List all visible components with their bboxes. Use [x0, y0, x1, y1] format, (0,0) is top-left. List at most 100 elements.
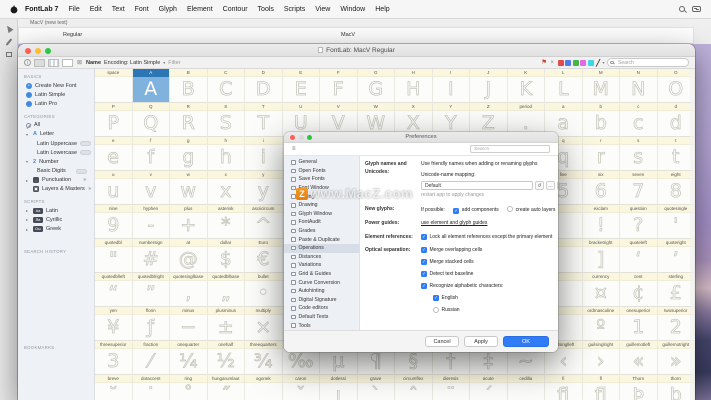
glyph-cell-guilsinglright[interactable]: guilsinglright›: [583, 341, 621, 375]
glyph-cell-J[interactable]: JJ: [470, 69, 508, 103]
menu-item-window[interactable]: Window: [335, 6, 370, 13]
menu-item-help[interactable]: Help: [370, 6, 394, 13]
filter-label[interactable]: Filter: [168, 60, 180, 66]
glyph-cell-seven[interactable]: seven7: [620, 171, 658, 205]
rect-tool-icon[interactable]: [6, 52, 12, 57]
checked-checkbox-icon[interactable]: ✓: [421, 259, 427, 265]
preferences-section-autohinting[interactable]: Autohinting: [284, 287, 359, 296]
preferences-section-editing[interactable]: Editing: [284, 192, 359, 201]
color-swatch-4[interactable]: [588, 60, 594, 66]
preferences-section-paste-duplicate[interactable]: Paste & Duplicate: [284, 235, 359, 244]
clear-flag-icon[interactable]: ×: [550, 60, 556, 66]
glyph-cell-ring[interactable]: ring˚: [170, 375, 208, 400]
sidebar-item-all[interactable]: All: [18, 121, 94, 130]
glyph-cell-bracketright[interactable]: bracketright]: [583, 239, 621, 273]
preferences-section-glyph-window[interactable]: Glyph Window: [284, 210, 359, 219]
info-icon[interactable]: i: [24, 59, 31, 66]
glyph-cell-D[interactable]: DD: [245, 69, 283, 103]
view-table-icon[interactable]: [34, 59, 45, 67]
glyph-cell-quotedblright[interactable]: quotedblright”: [133, 273, 171, 307]
glyph-cell-circumflex[interactable]: circumflexˆ: [395, 375, 433, 400]
option-english[interactable]: ✓English: [433, 295, 553, 303]
glyph-cell-cedilla[interactable]: cedilla¸: [508, 375, 546, 400]
preferences-section-drawing[interactable]: Drawing: [284, 201, 359, 210]
menu-item-text[interactable]: Text: [107, 6, 130, 13]
glyph-cell-exclam[interactable]: exclam!: [583, 205, 621, 239]
glyph-cell-at[interactable]: at@: [170, 239, 208, 273]
preferences-section-distances[interactable]: Distances: [284, 253, 359, 262]
pen-tool-icon[interactable]: [5, 38, 12, 45]
glyph-cell-threesuperior[interactable]: threesuperior3: [95, 341, 133, 375]
element-references-checkbox[interactable]: ✓Lock all element references except the …: [421, 234, 553, 242]
glyph-cell-u[interactable]: uu: [95, 171, 133, 205]
glyph-cell-w[interactable]: ww: [170, 171, 208, 205]
filter-star-icon[interactable]: ∗: [83, 177, 87, 183]
chevron-icon[interactable]: ▾: [26, 132, 30, 137]
glyph-cell-K[interactable]: KK: [508, 69, 546, 103]
menu-icon[interactable]: ≡: [292, 146, 296, 152]
chevron-icon[interactable]: ▸: [26, 178, 30, 183]
glyph-cell-grave[interactable]: grave`: [358, 375, 396, 400]
menu-item-scripts[interactable]: Scripts: [279, 6, 310, 13]
glyph-cell-e[interactable]: ee: [95, 137, 133, 171]
glyph-cell-I[interactable]: II: [433, 69, 471, 103]
glyph-cell-caron[interactable]: caronˇ: [283, 375, 321, 400]
glyph-cell-yen[interactable]: yen¥: [95, 307, 133, 341]
glyph-cell-onesuperior[interactable]: onesuperior1: [620, 307, 658, 341]
preferences-section-default-texts[interactable]: Default Texts: [284, 313, 359, 322]
apple-logo-icon[interactable]: [10, 5, 18, 14]
glyph-cell-threequarters[interactable]: threequarters¾: [245, 341, 283, 375]
glyph-cell-nine[interactable]: nine9: [95, 205, 133, 239]
glyph-cell-M[interactable]: MM: [583, 69, 621, 103]
glyph-cell-minus[interactable]: minus−: [170, 307, 208, 341]
glyph-cell-fraction[interactable]: fraction⁄: [133, 341, 171, 375]
glyph-cell-R[interactable]: RR: [170, 103, 208, 137]
glyph-cell-x[interactable]: xx: [208, 171, 246, 205]
sidebar-item-latin-uppercase[interactable]: Latin Uppercase: [18, 139, 94, 148]
glyph-cell-question[interactable]: question?: [620, 205, 658, 239]
glyph-cell-C[interactable]: CC: [208, 69, 246, 103]
glyph-cell-fl[interactable]: flﬂ: [583, 375, 621, 400]
search-input[interactable]: [607, 58, 689, 67]
zoom-icon[interactable]: [45, 48, 51, 54]
sidebar-item-latin-simple[interactable]: Latin Simple: [18, 90, 94, 99]
sidebar-item-greek[interactable]: ▸ΩωGreek: [18, 224, 94, 233]
sidebar-item-punctuation[interactable]: ▸,Punctuation∗: [18, 176, 94, 185]
glyph-cell-fi[interactable]: fiﬁ: [545, 375, 583, 400]
checked-checkbox-icon[interactable]: ✓: [421, 247, 427, 253]
preferences-section-digital-signature[interactable]: Digital Signature: [284, 296, 359, 305]
sidebar-item-latin-pro[interactable]: Latin Pro: [18, 99, 94, 108]
glyph-cell-ogonek[interactable]: ogonek˛: [245, 375, 283, 400]
preferences-section-general[interactable]: General: [284, 158, 359, 167]
preferences-section-variations[interactable]: Variations: [284, 261, 359, 270]
glyph-cell-s[interactable]: ss: [620, 137, 658, 171]
glyph-cell-S[interactable]: SS: [208, 103, 246, 137]
close-icon[interactable]: [290, 135, 295, 140]
glyph-cell-Q[interactable]: QQ: [133, 103, 171, 137]
cancel-button[interactable]: Cancel: [425, 336, 459, 347]
glyph-cell-ordmasculine[interactable]: ordmasculineº: [583, 307, 621, 341]
checked-checkbox-icon[interactable]: ✓: [421, 271, 427, 277]
preferences-section-tools[interactable]: Tools: [284, 321, 359, 330]
preferences-search-input[interactable]: [470, 145, 550, 153]
chevron-icon[interactable]: ▸: [26, 208, 30, 213]
refresh-icon[interactable]: ↺: [535, 181, 544, 190]
glyph-cell-hungarumlaut[interactable]: hungarumlaut˝: [208, 375, 246, 400]
flag-icon[interactable]: ⚑: [541, 60, 547, 66]
menu-item-glyph[interactable]: Glyph: [154, 6, 182, 13]
chevron-down-icon[interactable]: ▾: [602, 60, 604, 65]
option-recognize-alphabetic-characters-[interactable]: ✓Recognize alphabetic characters:: [421, 283, 553, 291]
menu-item-file[interactable]: File: [63, 6, 84, 13]
chevron-icon[interactable]: ▾: [26, 159, 30, 164]
sidebar-item-cyrillic[interactable]: ▸ЯаCyrillic: [18, 215, 94, 224]
background-window-tab[interactable]: MacV (new text): [30, 20, 67, 26]
glyph-cell-multiply[interactable]: multiply×: [245, 307, 283, 341]
menu-item-edit[interactable]: Edit: [85, 6, 107, 13]
glyph-cell-quotedbl[interactable]: quotedbl": [95, 239, 133, 273]
menu-item-fontlab-7[interactable]: FontLab 7: [20, 6, 63, 13]
color-swatch-0[interactable]: [558, 60, 564, 66]
add-components-checkbox[interactable]: ✓add components: [453, 207, 498, 213]
glyph-cell-numbersign[interactable]: numbersign#: [133, 239, 171, 273]
glyph-cell-E[interactable]: EE: [283, 69, 321, 103]
glyph-cell-six[interactable]: six6: [583, 171, 621, 205]
